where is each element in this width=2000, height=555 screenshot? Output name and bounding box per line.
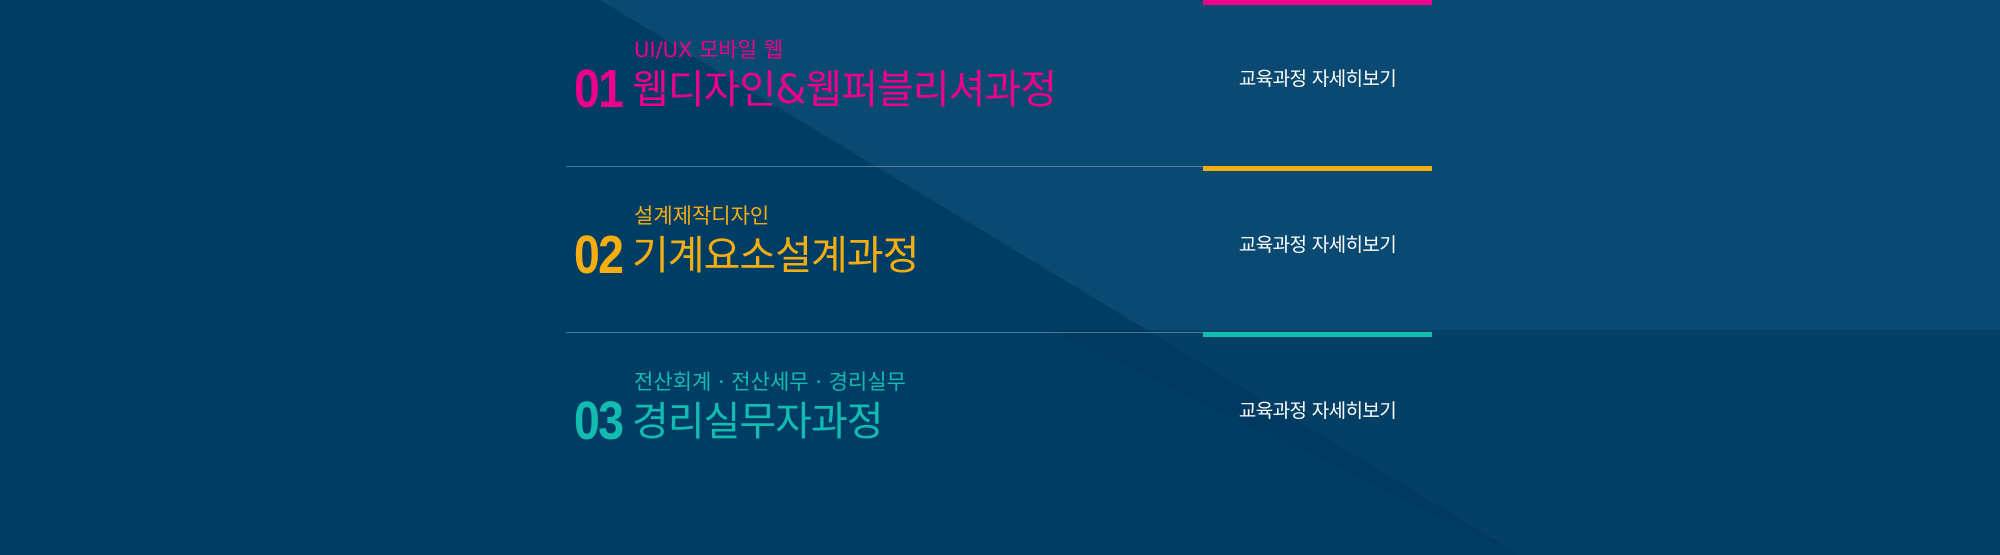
course-number: 01 <box>574 59 624 119</box>
course-item-web-design: 01 UI/UX 모바일 웹 웹디자인&웹퍼블리셔과정 교육과정 자세히보기 <box>566 0 1432 166</box>
course-item-accounting: 03 전산회계 · 전산세무 · 경리실무 경리실무자과정 교육과정 자세히보기 <box>566 332 1432 498</box>
course-detail-link[interactable]: 교육과정 자세히보기 <box>1203 236 1432 255</box>
divider <box>566 166 1206 167</box>
accent-bar <box>1203 166 1432 171</box>
course-item-mechanical-design: 02 설계제작디자인 기계요소설계과정 교육과정 자세히보기 <box>566 166 1432 332</box>
accent-bar <box>1203 0 1432 5</box>
course-title: 기계요소설계과정 <box>632 233 919 279</box>
divider <box>566 332 1206 333</box>
course-title: 웹디자인&웹퍼블리셔과정 <box>632 67 1057 113</box>
course-number: 03 <box>574 391 624 451</box>
course-number: 02 <box>574 225 624 285</box>
accent-bar <box>1203 332 1432 337</box>
course-subtitle: 설계제작디자인 <box>634 204 770 228</box>
course-subtitle: UI/UX 모바일 웹 <box>634 38 784 62</box>
course-title: 경리실무자과정 <box>632 399 884 445</box>
course-subtitle: 전산회계 · 전산세무 · 경리실무 <box>634 370 906 394</box>
course-detail-link[interactable]: 교육과정 자세히보기 <box>1203 402 1432 421</box>
course-detail-link[interactable]: 교육과정 자세히보기 <box>1203 70 1432 89</box>
